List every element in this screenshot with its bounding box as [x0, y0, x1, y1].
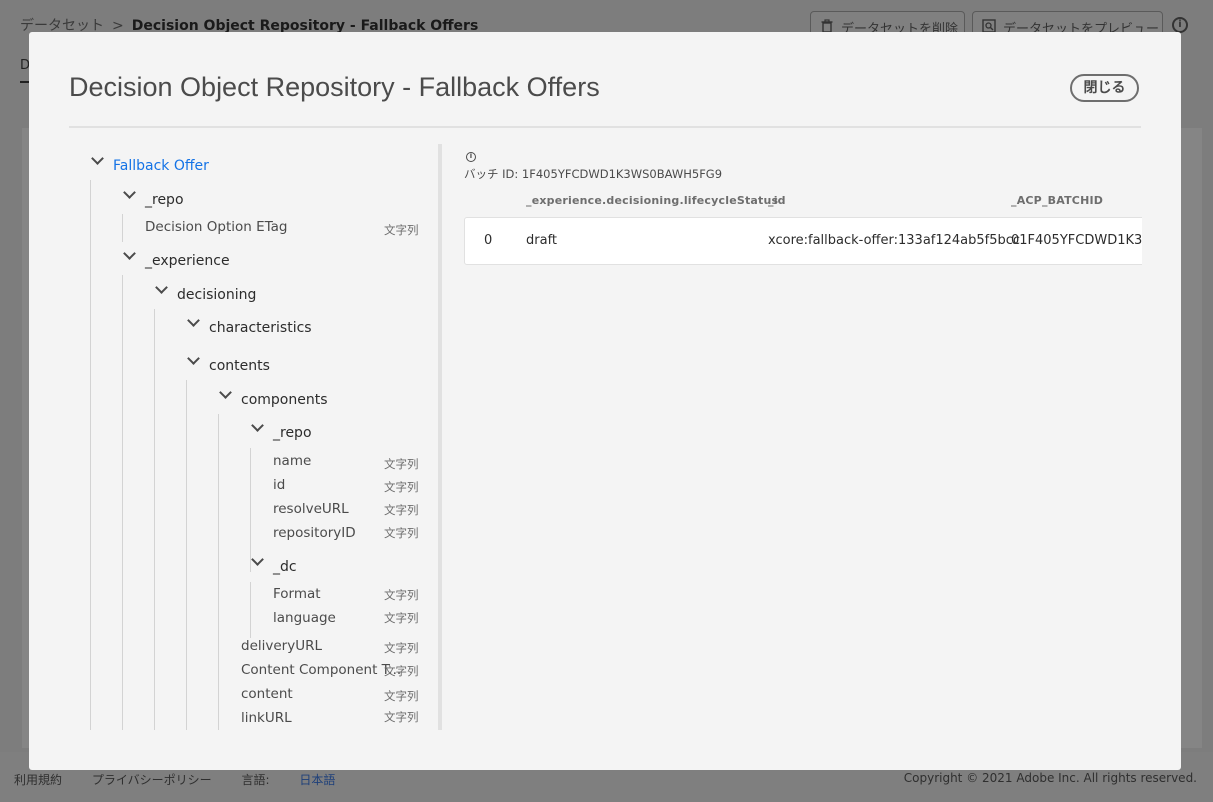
tree-node-contents[interactable]: contents: [209, 358, 270, 374]
type-label: 文字列: [384, 710, 419, 724]
tree-guide: [154, 309, 155, 730]
row-index: 0: [484, 233, 493, 248]
chevron-down-icon[interactable]: [187, 314, 200, 327]
tree-guide: [250, 448, 251, 572]
chevron-down-icon[interactable]: [251, 419, 264, 432]
chevron-down-icon[interactable]: [251, 553, 264, 566]
tree-guide: [186, 380, 187, 730]
column-header-acp-batchid[interactable]: _ACP_BATCHID: [1011, 194, 1103, 207]
type-label: 文字列: [384, 223, 419, 237]
tree-leaf-content-component-type: Content Component T...: [241, 662, 402, 678]
tree-leaf-resolveurl: resolveURL: [273, 501, 349, 517]
chevron-down-icon[interactable]: [155, 281, 168, 294]
chevron-down-icon[interactable]: [123, 247, 136, 260]
cell-acp-batchid: 01F405YFCDWD1K3WS: [1011, 233, 1142, 248]
chevron-down-icon[interactable]: [219, 386, 232, 399]
privacy-link[interactable]: プライバシーポリシー: [92, 773, 212, 787]
type-label: 文字列: [384, 689, 419, 703]
copyright-text: Copyright © 2021 Adobe Inc. All rights r…: [903, 771, 1197, 785]
language-selector[interactable]: 日本語: [299, 773, 335, 787]
tree-guide: [122, 214, 123, 242]
close-button[interactable]: 閉じる: [1070, 74, 1139, 102]
tree-leaf-decision-option-etag: Decision Option ETag: [145, 219, 288, 235]
chevron-down-icon[interactable]: [123, 186, 136, 199]
type-label: 文字列: [384, 641, 419, 655]
tree-node-fallback-offer[interactable]: Fallback Offer: [113, 158, 209, 174]
cell-id: xcore:fallback-offer:133af124ab5f5bcc: [768, 233, 1021, 248]
tree-leaf-id: id: [273, 477, 286, 493]
dataset-preview-dialog: Decision Object Repository - Fallback Of…: [29, 32, 1181, 770]
preview-icon: [982, 19, 996, 33]
cell-lifecycle-status: draft: [526, 233, 558, 248]
tree-leaf-language: language: [273, 610, 336, 626]
language-label: 言語: 日本語: [241, 773, 361, 787]
terms-link[interactable]: 利用規約: [14, 773, 62, 787]
tree-node-experience[interactable]: _experience: [145, 253, 230, 269]
tree-node-dc[interactable]: _dc: [273, 559, 297, 575]
tree-node-components-repo[interactable]: _repo: [273, 425, 312, 441]
batch-id-text: バッチ ID: 1F405YFCDWD1K3WS0BAWH5FG9: [464, 167, 723, 181]
tree-node-decisioning[interactable]: decisioning: [177, 287, 256, 303]
schema-tree: Fallback Offer _repo Decision Option ETa…: [69, 144, 439, 730]
tree-leaf-name: name: [273, 453, 312, 469]
column-header-id[interactable]: _id: [768, 194, 786, 207]
tree-leaf-linkurl: linkURL: [241, 710, 292, 726]
info-icon[interactable]: i: [1172, 17, 1188, 33]
panel-divider[interactable]: [438, 144, 442, 730]
trash-icon: [821, 19, 833, 33]
dialog-title: Decision Object Repository - Fallback Of…: [69, 72, 600, 102]
data-preview-panel: i バッチ ID: 1F405YFCDWD1K3WS0BAWH5FG9 _exp…: [464, 144, 1142, 730]
title-divider: [69, 126, 1141, 128]
tree-guide: [90, 180, 91, 730]
type-label: 文字列: [384, 664, 419, 678]
tree-guide: [250, 582, 251, 638]
type-label: 文字列: [384, 611, 419, 625]
tree-leaf-content: content: [241, 686, 293, 702]
tree-node-components[interactable]: components: [241, 392, 328, 408]
type-label: 文字列: [384, 526, 419, 540]
tree-leaf-deliveryurl: deliveryURL: [241, 638, 322, 654]
tree-guide: [122, 275, 123, 730]
tree-node-characteristics[interactable]: characteristics: [209, 320, 312, 336]
type-label: 文字列: [384, 588, 419, 602]
language-label-text: 言語:: [241, 773, 270, 787]
type-label: 文字列: [384, 457, 419, 471]
tree-leaf-repositoryid: repositoryID: [273, 525, 356, 541]
chevron-down-icon[interactable]: [187, 352, 200, 365]
chevron-down-icon[interactable]: [91, 152, 104, 165]
tree-leaf-format: Format: [273, 586, 321, 602]
info-icon[interactable]: i: [466, 152, 476, 162]
table-row: 0 draft xcore:fallback-offer:133af124ab5…: [464, 217, 1142, 265]
column-header-lifecycle-status[interactable]: _experience.decisioning.lifecycleStatus: [526, 194, 778, 207]
tree-guide: [218, 414, 219, 730]
type-label: 文字列: [384, 503, 419, 517]
tree-node-repo[interactable]: _repo: [145, 192, 184, 208]
type-label: 文字列: [384, 480, 419, 494]
